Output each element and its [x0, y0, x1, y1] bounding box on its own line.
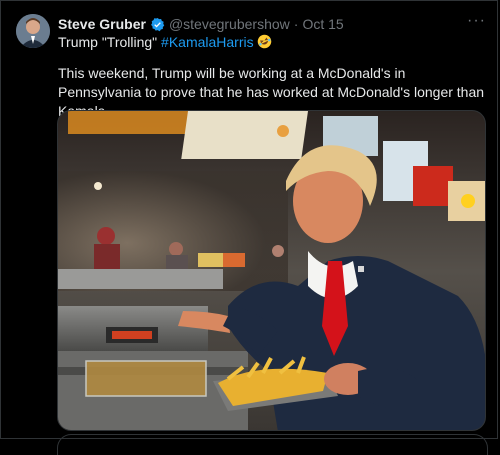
separator-dot: · — [293, 16, 299, 32]
post-date[interactable]: Oct 15 — [302, 16, 343, 32]
post-header: Steve Gruber @stevegrubershow · Oct 15 — [58, 15, 480, 33]
rolling-on-floor-laughing-emoji — [257, 34, 272, 49]
verified-badge-icon — [150, 17, 165, 32]
hashtag-link[interactable]: #KamalaHarris — [161, 34, 254, 50]
author-avatar[interactable] — [16, 14, 50, 48]
post-first-line-text: Trump "Trolling" — [58, 34, 162, 50]
author-name[interactable]: Steve Gruber — [58, 16, 146, 32]
author-handle[interactable]: @stevegrubershow — [169, 16, 290, 32]
post-first-line: Trump "Trolling" #KamalaHarris — [58, 34, 272, 50]
post-image[interactable] — [57, 110, 486, 431]
next-post-preview — [57, 434, 488, 455]
more-options-icon[interactable]: ··· — [467, 12, 486, 30]
